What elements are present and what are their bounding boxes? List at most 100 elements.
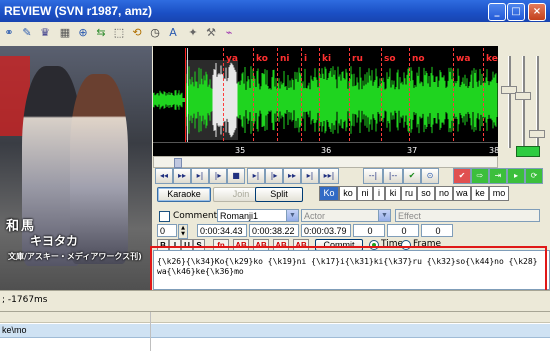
next-line-icon[interactable]: ▸▸ — [173, 168, 191, 184]
play-line-icon[interactable]: |▸ — [209, 168, 227, 184]
layer-field[interactable]: 0 — [157, 224, 177, 237]
play-end-icon[interactable]: ▸| — [301, 168, 319, 184]
commit-check-icon[interactable]: ✔ — [403, 168, 421, 184]
link-vertical-zoom-toggle[interactable] — [516, 146, 540, 157]
highlight-box — [150, 246, 547, 292]
karaoke-syllable[interactable]: wa — [453, 186, 471, 201]
syllable-boundary[interactable] — [253, 48, 254, 146]
select-icon[interactable]: ⬚ — [112, 26, 126, 40]
karaoke-syllable[interactable]: so — [417, 186, 435, 201]
syllable-boundary[interactable] — [277, 48, 278, 146]
previous-line-icon[interactable]: ◂◂ — [155, 168, 173, 184]
karaoke-syllable[interactable]: ke — [471, 186, 489, 201]
audio-sliders — [498, 46, 550, 157]
syllable-marker-label: so — [384, 54, 396, 64]
resample-icon[interactable]: ⟲ — [130, 26, 144, 40]
horizontal-zoom-slider-thumb[interactable] — [529, 130, 545, 138]
margin-left-field[interactable]: 0 — [353, 224, 385, 237]
goto-icon[interactable]: ⊙ — [421, 168, 439, 184]
autocommit-toggle[interactable]: ✔ — [453, 168, 471, 184]
karaoke-syllable[interactable]: Ko — [319, 186, 339, 201]
zoom-icon[interactable]: ⊕ — [76, 26, 90, 40]
title-bar: REVIEW (SVN r1987, amz) _ □ × — [0, 0, 550, 22]
waveform — [153, 60, 498, 140]
styling-assistant-icon[interactable]: ✦ — [186, 26, 200, 40]
video-subtitle-line-3: 文庫/アスキー・メディアワークス刊) — [8, 252, 142, 261]
automation-icon[interactable]: ⌁ — [222, 26, 236, 40]
volume-slider-track[interactable] — [522, 56, 525, 148]
stop-icon[interactable]: ■ — [227, 168, 245, 184]
margin-vertical-field[interactable]: 0 — [421, 224, 453, 237]
lead-in-icon[interactable]: --| — [363, 168, 383, 184]
close-button[interactable]: × — [528, 3, 546, 21]
karaoke-syllable[interactable]: ko — [339, 186, 357, 201]
spectrum-toggle[interactable]: ▸ — [507, 168, 525, 184]
play-start-icon[interactable]: ▸▸ — [283, 168, 301, 184]
autonext-toggle[interactable]: ⇨ — [471, 168, 489, 184]
clock-icon[interactable]: ◷ — [148, 26, 162, 40]
play-selection-icon[interactable]: ▸| — [191, 168, 209, 184]
play-to-end-icon[interactable]: ▸▸| — [319, 168, 339, 184]
minimize-button[interactable]: _ — [488, 3, 506, 21]
vertical-zoom-slider-track[interactable] — [508, 56, 511, 148]
start-time-field[interactable]: 0:00:34.43 — [197, 224, 247, 237]
karaoke-syllable[interactable]: i — [373, 186, 385, 201]
syllable-marker-label: ki — [322, 54, 332, 64]
syllable-boundary[interactable] — [301, 48, 302, 146]
audio-waveform-display[interactable]: ya ko ni i ki ru so no wa ke 35 36 37 38 — [153, 46, 498, 156]
edit-row-times: 0 ▲ ▼ 0:00:34.43 0:00:38.22 0:00:03.79 0 … — [153, 224, 550, 239]
subtitle-grid[interactable]: ke\mo — [0, 311, 550, 351]
style-value: Romanji1 — [220, 211, 259, 221]
translate-icon[interactable]: ⇆ — [94, 26, 108, 40]
maximize-button[interactable]: □ — [507, 3, 525, 21]
medusa-toggle[interactable]: ⟳ — [525, 168, 543, 184]
chevron-down-icon: ▼ — [286, 210, 298, 221]
end-time-field[interactable]: 0:00:38.22 — [249, 224, 299, 237]
karaoke-syllable[interactable]: no — [435, 186, 453, 201]
duration-field[interactable]: 0:00:03.79 — [301, 224, 351, 237]
lead-out-icon[interactable]: |-- — [383, 168, 403, 184]
play-after-icon[interactable]: |▸ — [265, 168, 283, 184]
karaoke-button[interactable]: Karaoke — [157, 187, 211, 202]
wand-icon[interactable]: ✎ — [20, 26, 34, 40]
grid-header — [0, 312, 550, 323]
effect-placeholder: Effect — [398, 211, 421, 221]
margin-right-field[interactable]: 0 — [387, 224, 419, 237]
font-collector-icon[interactable]: A — [166, 26, 180, 40]
split-button[interactable]: Split — [255, 187, 303, 202]
comment-checkbox[interactable] — [159, 211, 170, 222]
link-icon[interactable]: ⚭ — [2, 26, 16, 40]
syllable-boundary[interactable] — [409, 48, 410, 146]
style-manager-icon[interactable]: ♛ — [38, 26, 52, 40]
actor-placeholder: Actor — [304, 211, 326, 221]
layer-spin-icon[interactable]: ▲ ▼ — [178, 224, 188, 239]
grid-icon[interactable]: ▦ — [58, 26, 72, 40]
syllable-boundary[interactable] — [483, 48, 484, 146]
selection-start-marker[interactable] — [185, 48, 186, 142]
effect-field[interactable]: Effect — [395, 209, 540, 222]
tools-icon[interactable]: ⚒ — [204, 26, 218, 40]
karaoke-toolbar: Karaoke Join Split Ko ko ni i ki ru so no wa ke mo — [153, 186, 550, 202]
karaoke-syllable[interactable]: ni — [357, 186, 373, 201]
syllable-boundary[interactable] — [319, 48, 320, 146]
karaoke-syllable[interactable]: ki — [385, 186, 401, 201]
video-display[interactable]: 和馬 キヨタカ 文庫/アスキー・メディアワークス刊) — [0, 46, 152, 290]
syllable-marker-label: ya — [226, 54, 238, 64]
table-row[interactable]: ke\mo — [0, 324, 550, 338]
karaoke-syllable[interactable]: mo — [489, 186, 509, 201]
syllable-boundary[interactable] — [453, 48, 454, 146]
syllable-boundary[interactable] — [223, 48, 224, 146]
play-before-icon[interactable]: ▸| — [247, 168, 265, 184]
status-bar: ; -1767ms — [0, 290, 550, 311]
syllable-boundary[interactable] — [381, 48, 382, 146]
audio-scrollbar[interactable] — [153, 156, 498, 168]
karaoke-syllable[interactable]: ru — [401, 186, 417, 201]
grid-column-divider — [150, 312, 151, 351]
actor-select[interactable]: Actor ▼ — [301, 209, 391, 222]
audio-scrollbar-thumb[interactable] — [174, 158, 182, 168]
syllable-marker-label: no — [412, 54, 425, 64]
syllable-boundary[interactable] — [349, 48, 350, 146]
autoscroll-toggle[interactable]: ⇥ — [489, 168, 507, 184]
style-select[interactable]: Romanji1 ▼ — [217, 209, 299, 222]
volume-slider-thumb[interactable] — [515, 92, 531, 100]
